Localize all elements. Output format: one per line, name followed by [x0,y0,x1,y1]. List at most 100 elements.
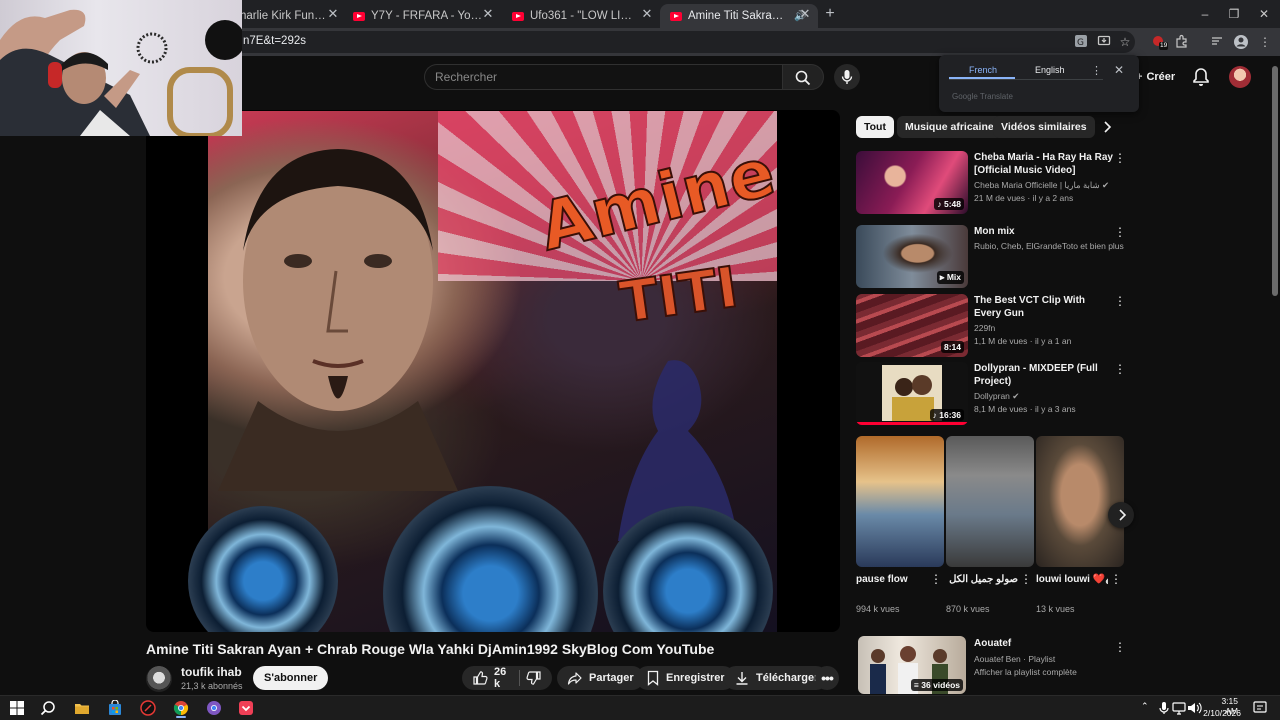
search-box[interactable] [424,64,782,90]
window-close-icon[interactable]: ✕ [1256,6,1272,22]
reading-list-icon[interactable] [1209,34,1225,50]
video-thumbnail[interactable]: ♪ 5:48 [856,151,968,214]
playlist-item[interactable]: ≡ 36 vidéos Aouatef Aouatef Ben · Playli… [856,636,1126,694]
chip-similar-videos[interactable]: Vidéos similaires [993,116,1095,138]
video-thumbnail[interactable]: ♪ 16:36 [856,362,968,425]
video-player[interactable]: Amine TITI [146,110,840,632]
tab-close-icon[interactable]: ✕ [325,6,341,22]
short-title[interactable]: صولو جميل الكل 🔥😱 بث عنه [946,573,1018,587]
account-avatar[interactable] [1229,66,1251,88]
tab-close-icon[interactable]: ✕ [797,6,813,22]
more-vertical-icon[interactable]: ⋮ [1114,363,1126,375]
more-vertical-icon[interactable]: ⋮ [1114,640,1126,654]
subscribe-button[interactable]: S'abonner [253,666,329,690]
recommendation-item[interactable]: ♪ 5:48 Cheba Maria - Ha Ray Ha Ray [Offi… [856,151,1126,215]
tab-close-icon[interactable]: ✕ [639,6,655,22]
translate-tab-english[interactable]: English [1035,65,1065,75]
recommendation-item[interactable]: 8:14 The Best VCT Clip With Every Gun 22… [856,294,1126,358]
view-full-playlist-link[interactable]: Afficher la playlist complète [974,667,1077,677]
browser-menu-icon[interactable]: ⋮ [1257,34,1273,50]
tab-close-icon[interactable]: ✕ [480,6,496,22]
short-title[interactable]: louwi louwi ❤️🩹🚦#ra... [1036,573,1108,587]
share-button[interactable]: Partager [557,666,644,690]
chip-all[interactable]: Tout [856,116,894,138]
recommendation-item[interactable]: ♪ 16:36 Dollypran - MIXDEEP (Full Projec… [856,362,1126,426]
profile-icon[interactable] [1233,34,1249,50]
chrome-profile-icon[interactable] [206,700,222,716]
notifications-center-icon[interactable] [1252,700,1268,716]
more-vertical-icon[interactable]: ⋮ [1114,152,1126,164]
extensions-puzzle-icon[interactable] [1174,34,1190,50]
channel-name[interactable]: 229fn [974,323,1124,333]
channel-name[interactable]: toufik ihab [181,665,242,679]
video-title[interactable]: Dollypran - MIXDEEP (Full Project) [974,362,1114,388]
mix-thumbnail[interactable]: ⫸ Mix [856,225,968,288]
like-count[interactable]: 26 k [494,666,509,690]
microsoft-store-icon[interactable] [107,700,123,716]
video-title[interactable]: The Best VCT Clip With Every Gun [974,294,1114,320]
taskbar-search-icon[interactable] [40,700,56,716]
pocket-app-icon[interactable] [238,700,254,716]
more-vertical-icon[interactable]: ⋮ [1114,226,1126,238]
windows-start-icon[interactable] [9,700,25,716]
file-explorer-icon[interactable] [74,700,90,716]
download-button[interactable]: Télécharger [724,666,829,690]
network-icon[interactable] [1171,700,1187,716]
more-vertical-icon[interactable]: ⋮ [930,573,942,585]
short-thumbnail[interactable] [946,436,1034,567]
channel-avatar[interactable] [146,666,172,692]
windows-taskbar [0,695,1280,720]
more-vertical-icon[interactable]: ⋮ [1110,573,1122,585]
more-actions-button[interactable]: ••• [815,666,839,690]
video-title[interactable]: Cheba Maria - Ha Ray Ha Ray [Official Mu… [974,151,1114,177]
tray-overflow-chevron-icon[interactable]: ⌃ [1141,701,1149,712]
create-button[interactable]: + Créer [1132,65,1185,89]
thumbs-down-icon[interactable] [526,670,542,686]
search-input[interactable] [425,65,782,89]
voice-search-button[interactable] [834,64,860,90]
scrollbar-thumb[interactable] [1272,66,1278,296]
short-title[interactable]: pause flow [856,573,928,587]
url-text[interactable]: n7E&t=292s [243,35,306,47]
microphone-icon [841,70,853,84]
short-thumbnail[interactable] [856,436,944,567]
minimize-icon[interactable]: – [1197,6,1213,22]
translate-tab-french[interactable]: French [969,65,997,75]
page-scrollbar[interactable] [1270,56,1280,696]
channel-name[interactable]: Cheba Maria Officielle | شابة ماريا ✔ [974,180,1124,191]
more-vertical-icon[interactable]: ⋮ [1114,295,1126,307]
thumbs-up-icon[interactable] [472,670,488,686]
video-title: Amine Titi Sakran Ayan + Chrab Rouge Wla… [146,641,715,657]
video-thumbnail[interactable]: 8:14 [856,294,968,357]
restore-icon[interactable]: ❐ [1226,6,1242,22]
channel-name[interactable]: Dollypran ✔ [974,391,1124,402]
save-button[interactable]: Enregistrer [636,666,735,690]
bookmark-star-icon[interactable]: ☆ [1117,34,1133,50]
clock-date[interactable]: 2/10/2026 [1199,708,1241,718]
new-tab-icon[interactable]: + [821,5,839,23]
notifications-bell-icon[interactable] [1190,66,1212,88]
recommendation-item[interactable]: ⫸ Mix Mon mix Rubio, Cheb, ElGrandeToto … [856,225,1126,289]
browser-tab[interactable]: Y7Y - FRFARA - YouTube [343,4,493,28]
translate-close-icon[interactable]: ✕ [1114,63,1124,77]
red-app-icon[interactable] [140,700,156,716]
extension-red-icon[interactable]: 19 [1151,34,1169,50]
install-app-icon[interactable] [1096,34,1112,50]
short-thumbnail[interactable] [1036,436,1124,567]
playlist-title[interactable]: Aouatef [974,638,1011,649]
translate-icon[interactable]: G [1073,34,1089,50]
playlist-thumbnail[interactable]: ≡ 36 vidéos [858,636,966,694]
translate-menu-icon[interactable]: ⋮ [1091,64,1102,77]
mix-title[interactable]: Mon mix [974,225,1114,238]
chevron-right-icon[interactable] [1100,120,1114,134]
shorts-next-button[interactable] [1108,502,1134,528]
chrome-icon[interactable] [173,700,189,716]
search-button[interactable] [782,64,824,90]
tray-microphone-icon[interactable] [1156,700,1172,716]
more-vertical-icon[interactable]: ⋮ [1020,573,1032,585]
browser-tab-active[interactable]: Amine Titi Sakran Ayan + C 🔊 [660,4,818,28]
browser-tab[interactable]: harlie Kirk Funk (slowe [230,4,340,28]
omnibox[interactable] [230,31,1135,53]
chip-african-music[interactable]: Musique africaine [897,116,1002,138]
browser-tab[interactable]: Ufo361 - "LOW LIFE" feat. RIN - [502,4,642,28]
